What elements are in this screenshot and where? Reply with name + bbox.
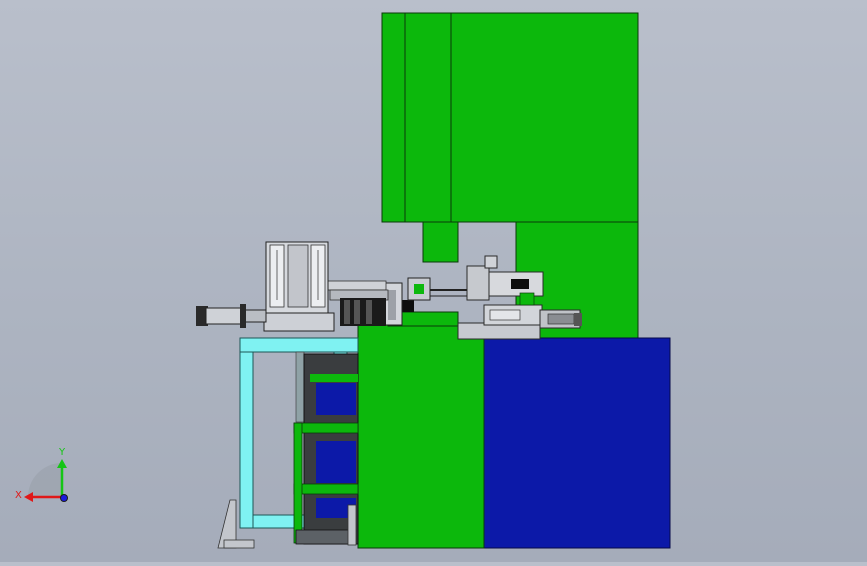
vertical-guide-assembly[interactable]: [263, 241, 335, 332]
x-axis-label: X: [15, 490, 22, 501]
cad-3d-viewport[interactable]: Y X: [0, 0, 867, 562]
base-cabinet-blue[interactable]: [483, 337, 671, 549]
y-axis-label: Y: [58, 447, 66, 458]
left-air-cylinder[interactable]: [196, 304, 267, 328]
coordinate-triad: Y X: [15, 447, 68, 502]
machine-assembly-model[interactable]: Y X: [0, 0, 867, 562]
